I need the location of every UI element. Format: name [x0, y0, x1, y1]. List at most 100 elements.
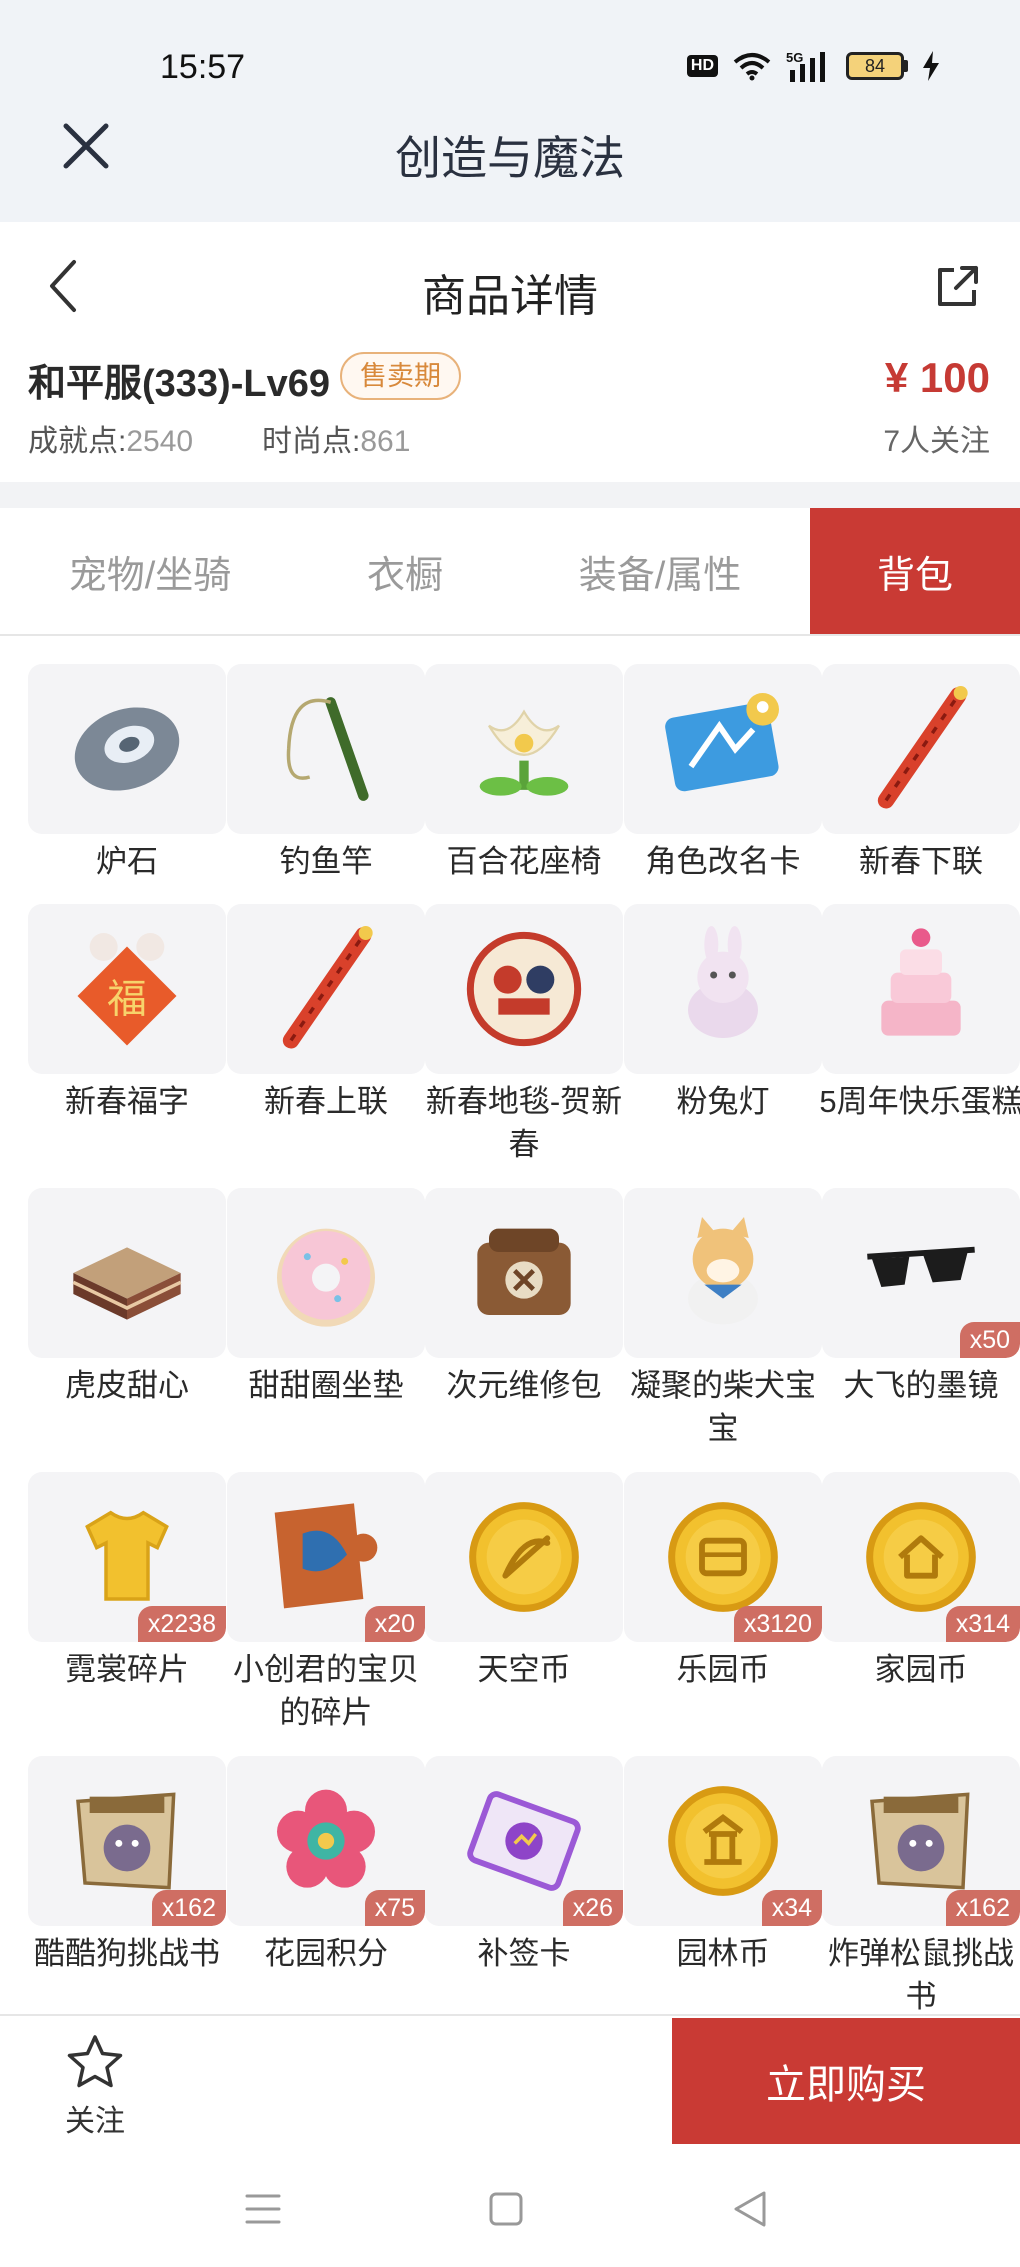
- section-divider: [0, 482, 1020, 508]
- battery-level: 84: [846, 52, 904, 80]
- product-summary: 和平服(333)-Lv69 售卖期 成就点:2540 时尚点:861 ¥ 100…: [0, 350, 1020, 482]
- item-name: 新春福字: [65, 1084, 189, 1119]
- item-quantity-badge: x34: [761, 1890, 822, 1926]
- item-thumbnail: x162: [822, 1756, 1020, 1926]
- tab-backpack[interactable]: 背包: [810, 508, 1020, 634]
- network-label: 5G: [786, 50, 803, 65]
- item-quantity-badge: x75: [364, 1890, 425, 1926]
- fashion-label: 时尚点:: [262, 425, 361, 458]
- item-thumbnail: x162: [28, 1756, 226, 1926]
- sky-coin-icon: [469, 1502, 579, 1612]
- item-thumbnail: [425, 1188, 623, 1358]
- tab-equipment-attributes[interactable]: 装备/属性: [510, 508, 810, 634]
- tab-pets-mounts[interactable]: 宠物/坐骑: [0, 508, 300, 634]
- item-thumbnail: [227, 664, 425, 834]
- item-name: 园林币: [676, 1936, 770, 1971]
- item-name: 新春地毯-贺新春: [425, 1084, 623, 1162]
- follow-button[interactable]: 关注: [40, 2028, 150, 2138]
- item-thumbnail: [425, 664, 623, 834]
- item-thumbnail: [425, 904, 623, 1074]
- item-thumbnail: [227, 904, 425, 1074]
- item-thumbnail: [822, 664, 1020, 834]
- signal-5g-icon: 5G: [786, 50, 825, 82]
- new-year-carpet-icon: [466, 931, 582, 1047]
- product-name: 和平服(333)-Lv69: [28, 363, 330, 405]
- price: ¥ 100: [884, 354, 990, 401]
- item-thumbnail: [624, 904, 822, 1074]
- item-thumbnail: [822, 904, 1020, 1074]
- item-name: 天空币: [477, 1652, 571, 1687]
- item-thumbnail: [425, 1472, 623, 1642]
- item-quantity-badge: x26: [562, 1890, 623, 1926]
- item-name: 炸弹松鼠挑战书: [828, 1936, 1014, 2014]
- share-icon[interactable]: [932, 262, 982, 312]
- item-thumbnail: x314: [822, 1472, 1020, 1642]
- donut-cushion-icon: [277, 1228, 375, 1327]
- couplet-icon: [877, 686, 968, 809]
- status-icons: HD 5G 84: [686, 50, 940, 82]
- item-thumbnail: x2238: [28, 1472, 226, 1642]
- item-quantity-badge: x2238: [137, 1606, 226, 1642]
- svg-text:福: 福: [107, 976, 147, 1022]
- follow-label: 关注: [65, 2105, 125, 2138]
- item-thumbnail: [28, 1188, 226, 1358]
- battery-icon: 84: [846, 52, 908, 80]
- page-header: 商品详情: [0, 222, 1020, 350]
- inventory-grid: 炉石 钓鱼竿 百合花座椅 角色改名卡 新春下联福新春福字 新春上联 新春地毯-贺新春 粉兔灯 5…: [0, 636, 1020, 2014]
- cake-icon: [881, 928, 961, 1036]
- item-name: 炉石: [96, 844, 158, 879]
- item-thumbnail: 福: [28, 904, 226, 1074]
- item-name: 角色改名卡: [645, 844, 801, 879]
- item-name: 家园币: [874, 1652, 968, 1687]
- achievement-label: 成就点:: [28, 425, 127, 458]
- item-thumbnail: x3120: [624, 1472, 822, 1642]
- tab-wardrobe[interactable]: 衣橱: [300, 508, 510, 634]
- item-quantity-badge: x162: [945, 1890, 1020, 1926]
- detail-tabs: 宠物/坐骑 衣橱 装备/属性 背包: [0, 508, 1020, 636]
- item-name: 次元维修包: [446, 1368, 602, 1403]
- item-thumbnail: x26: [425, 1756, 623, 1926]
- item-name: 花园积分: [264, 1936, 388, 1971]
- item-name: 小创君的宝贝的碎片: [233, 1652, 419, 1730]
- item-name: 凝聚的柴犬宝宝: [630, 1368, 816, 1446]
- item-thumbnail: [624, 1188, 822, 1358]
- charging-icon: [923, 51, 939, 81]
- shiba-plush-icon: [688, 1217, 758, 1325]
- system-nav-bar: [0, 2144, 1020, 2267]
- item-name: 虎皮甜心: [65, 1368, 189, 1403]
- achievement-value: 2540: [126, 425, 194, 458]
- item-thumbnail: [227, 1188, 425, 1358]
- layer-cake-icon: [72, 1247, 182, 1320]
- couplet-icon: [282, 926, 373, 1049]
- fashion-value: 861: [360, 425, 411, 458]
- home-icon[interactable]: [476, 2184, 536, 2234]
- item-thumbnail: [624, 664, 822, 834]
- bottom-action-bar: 关注 立即购买: [0, 2014, 1020, 2144]
- fashion-points: 时尚点:861: [262, 416, 410, 460]
- item-quantity-badge: x3120: [733, 1606, 822, 1642]
- back-icon[interactable]: [720, 2184, 780, 2234]
- item-thumbnail: x34: [624, 1756, 822, 1926]
- lily-chair-icon: [479, 709, 569, 796]
- item-name: 补签卡: [477, 1936, 571, 1971]
- item-quantity-badge: x50: [959, 1322, 1020, 1358]
- wifi-icon: [733, 53, 771, 81]
- item-quantity-badge: x314: [945, 1606, 1020, 1642]
- menu-icon[interactable]: [233, 2184, 293, 2234]
- item-thumbnail: x20: [227, 1472, 425, 1642]
- rename-card-icon: [665, 693, 779, 792]
- battery-tip: [904, 60, 908, 72]
- item-name: 百合花座椅: [446, 844, 602, 879]
- item-name: 甜甜圈坐垫: [248, 1368, 404, 1403]
- item-thumbnail: [28, 664, 226, 834]
- buy-now-button[interactable]: 立即购买: [672, 2018, 1020, 2144]
- pink-rabbit-lamp-icon: [688, 926, 758, 1038]
- item-name: 酷酷狗挑战书: [34, 1936, 220, 1971]
- app-title: 创造与魔法: [395, 132, 625, 184]
- sale-status-badge: 售卖期: [340, 352, 461, 400]
- repair-bag-icon: [477, 1228, 571, 1315]
- fu-character-icon: 福: [77, 933, 177, 1046]
- item-quantity-badge: x20: [364, 1606, 425, 1642]
- item-thumbnail: x50: [822, 1188, 1020, 1358]
- item-name: 新春上联: [264, 1084, 388, 1119]
